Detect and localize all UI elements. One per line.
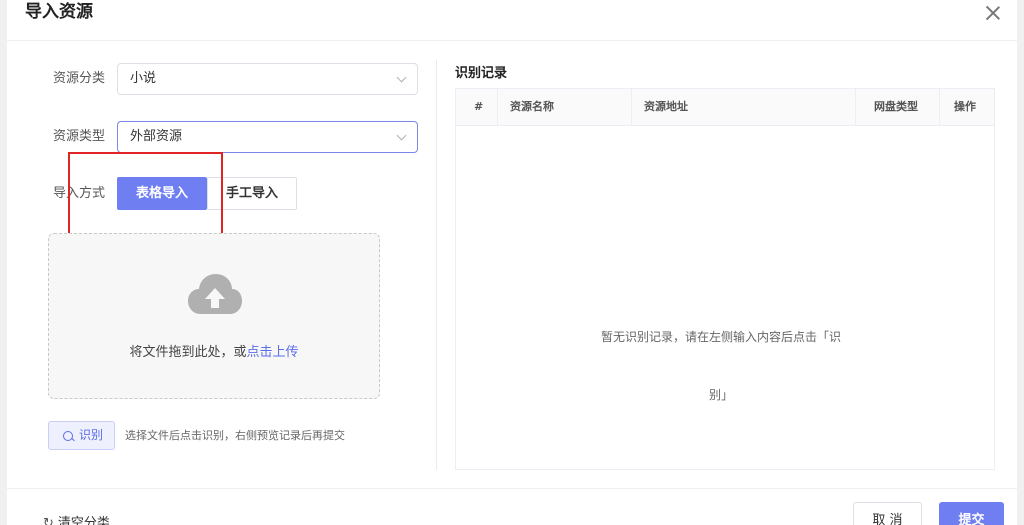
close-icon[interactable]: [983, 3, 1003, 23]
cancel-button[interactable]: 取 消: [853, 502, 922, 525]
submit-button[interactable]: 提交: [939, 502, 1004, 525]
type-select[interactable]: 外部资源: [117, 121, 418, 153]
category-select[interactable]: 小说: [117, 63, 418, 95]
dialog-footer: ↻ 清空分类 取 消 提交: [7, 488, 1017, 525]
records-empty-line-1: 暂无识别记录，请在左侧输入内容后点击「识: [600, 330, 841, 344]
column-header-actions: 操作: [954, 100, 976, 113]
records-empty-line-2: 别」: [708, 388, 733, 402]
column-header-name: 资源名称: [498, 89, 632, 125]
cloud-upload-icon: [188, 274, 242, 314]
dialog-header: 导入资源: [7, 0, 1017, 41]
upload-text: 将文件拖到此处，或: [129, 345, 247, 360]
upload-instructions: 将文件拖到此处，或点击上传: [49, 341, 379, 360]
column-header-disk-type: 网盘类型: [856, 89, 940, 125]
recognize-button[interactable]: 识别: [48, 421, 115, 450]
type-select-value: 外部资源: [130, 129, 183, 144]
import-resource-dialog: 导入资源 资源分类 小说 资源类型 外部资源 导入方式 表格导入 手工导入 将文…: [7, 0, 1017, 525]
import-mode-manual-button[interactable]: 手工导入: [207, 177, 297, 210]
column-header-index: #: [456, 89, 498, 125]
category-label: 资源分类: [53, 71, 106, 86]
records-empty-text: 暂无识别记录，请在左侧输入内容后点击「识 别」: [576, 308, 866, 424]
chevron-down-icon: [396, 130, 407, 141]
records-table: # 资源名称 资源地址 网盘类型 操作 暂无识别记录，请在左侧输入内容后点击「识…: [455, 88, 995, 470]
chevron-down-icon: [396, 72, 407, 83]
search-icon: [63, 431, 73, 441]
records-title: 识别记录: [455, 66, 508, 81]
category-select-value: 小说: [130, 71, 157, 86]
column-header-url: 资源地址: [632, 89, 856, 125]
upload-dropzone[interactable]: 将文件拖到此处，或点击上传: [48, 233, 380, 399]
clear-category-button[interactable]: ↻ 清空分类: [43, 512, 110, 525]
dialog-title: 导入资源: [25, 2, 93, 22]
clear-category-label: 清空分类: [57, 516, 110, 525]
recognize-button-label: 识别: [79, 428, 104, 442]
records-table-header: # 资源名称 资源地址 网盘类型 操作: [456, 89, 994, 126]
panel-divider: [436, 60, 437, 470]
import-mode-label: 导入方式: [53, 186, 106, 201]
refresh-icon: ↻: [43, 516, 54, 525]
import-mode-table-button[interactable]: 表格导入: [117, 177, 207, 210]
recognize-hint: 选择文件后点击识别，右侧预览记录后再提交: [125, 429, 345, 442]
type-label: 资源类型: [53, 129, 106, 144]
upload-link[interactable]: 点击上传: [247, 345, 299, 360]
